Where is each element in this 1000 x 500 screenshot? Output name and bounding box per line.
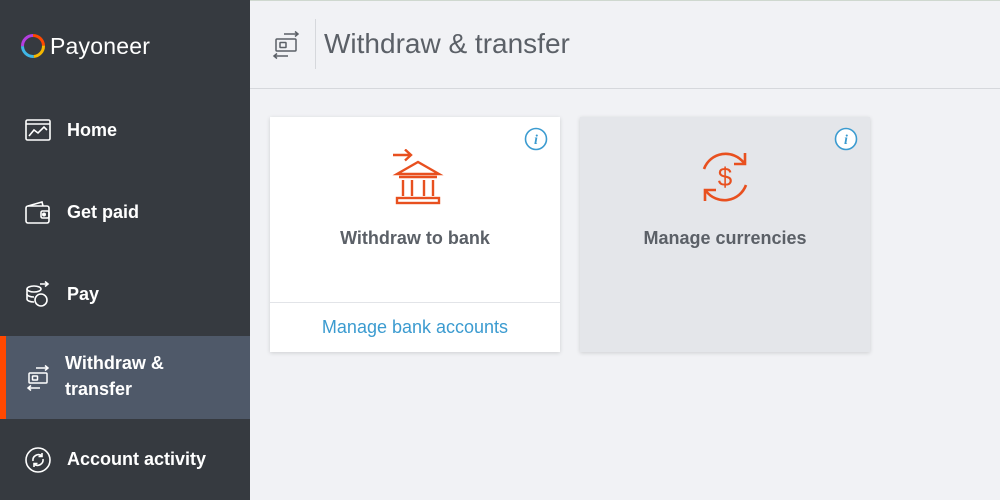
page-title: Withdraw & transfer: [324, 28, 570, 59]
pay-coins-icon: [26, 281, 50, 307]
sidebar-item-label: Home: [67, 119, 118, 140]
sidebar-item-label: Account activity: [67, 449, 207, 469]
home-dashboard-icon: [25, 119, 51, 141]
activity-refresh-icon: [25, 447, 51, 473]
info-icon[interactable]: i: [834, 127, 858, 151]
sidebar-item-label: Withdraw & transfer: [65, 353, 164, 399]
withdraw-to-bank-card[interactable]: i Withdraw to bank Manage bank accounts: [270, 117, 560, 352]
payoneer-ring-icon: [21, 34, 45, 58]
sidebar-item-label: Get paid: [67, 201, 140, 222]
sidebar-item-withdraw-transfer[interactable]: Withdraw & transfer: [0, 336, 250, 419]
sidebar-item-account-activity[interactable]: Account activity: [0, 419, 250, 500]
svg-text:i: i: [534, 133, 538, 148]
currency-exchange-icon: $: [702, 152, 748, 202]
card-footer: Manage bank accounts: [270, 302, 560, 352]
info-icon[interactable]: i: [524, 127, 548, 151]
sidebar-item-label: Pay: [67, 284, 100, 304]
manage-currencies-card[interactable]: i $ Manage currencies: [580, 117, 870, 352]
sidebar-item-pay[interactable]: Pay: [0, 253, 250, 336]
sidebar-item-home[interactable]: Home: [0, 89, 250, 171]
wallet-icon: [25, 201, 50, 224]
sidebar: Payoneer Home Get paid Pay Withdraw & tr…: [0, 0, 250, 500]
brand-name: Payoneer: [50, 32, 151, 59]
svg-text:i: i: [844, 133, 848, 148]
transfer-icon: [26, 364, 50, 392]
page-header: Withdraw & transfer: [250, 0, 1000, 89]
svg-text:$: $: [718, 162, 733, 192]
card-title: Withdraw to bank: [340, 228, 490, 248]
card-title: Manage currencies: [643, 228, 807, 248]
bank-withdraw-icon: [392, 149, 444, 205]
transfer-icon: [272, 30, 300, 60]
header-divider: [315, 19, 316, 69]
sidebar-item-get-paid[interactable]: Get paid: [0, 171, 250, 253]
manage-bank-accounts-link[interactable]: Manage bank accounts: [322, 317, 508, 338]
payoneer-logo[interactable]: Payoneer: [20, 30, 150, 62]
